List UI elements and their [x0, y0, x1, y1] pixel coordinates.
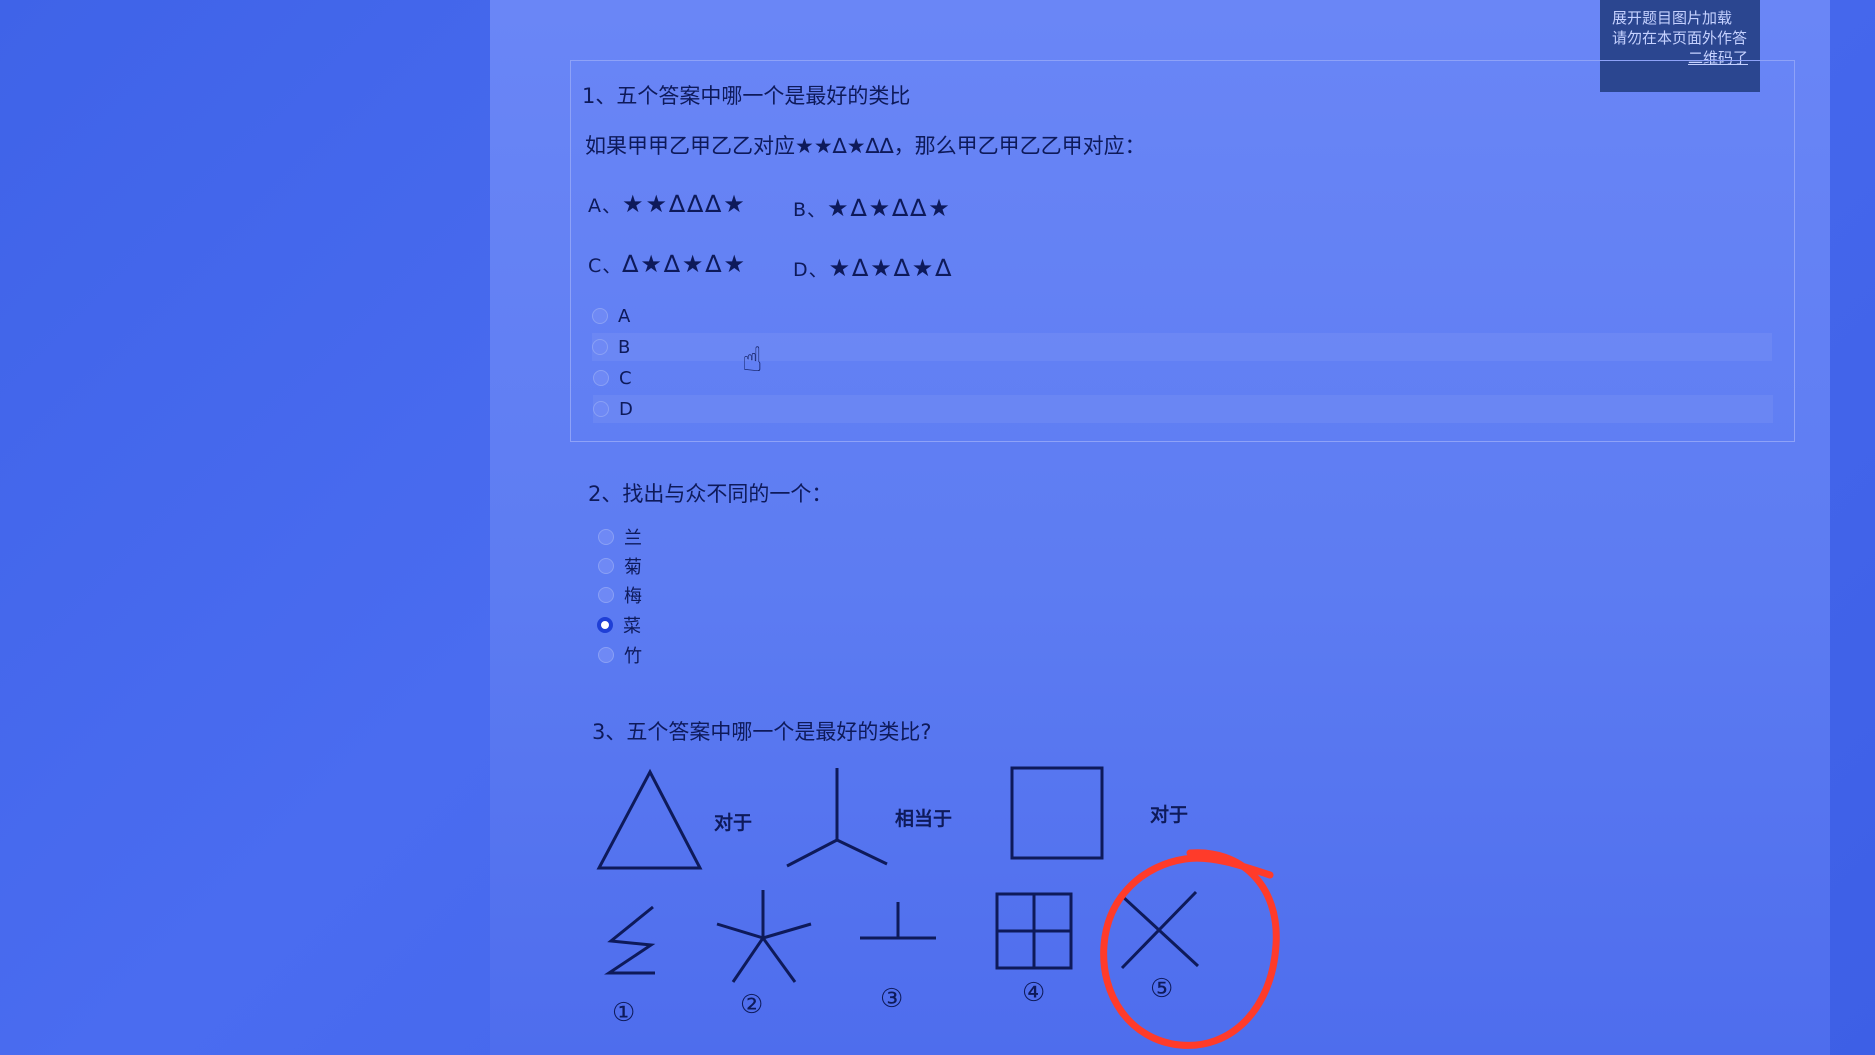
radio-button[interactable] — [593, 401, 609, 417]
q1-option-a-symbols: ★★∆∆∆★ — [622, 190, 747, 218]
q1-option-c-symbols: ∆★∆★∆★ — [622, 250, 747, 278]
radio-button[interactable] — [598, 529, 614, 545]
answer-1-number: ① — [612, 998, 636, 1028]
q2-choice-5[interactable]: 竹 — [598, 641, 642, 669]
answer-3-number: ③ — [880, 984, 904, 1014]
answer-2-star — [716, 890, 812, 983]
q2-choice-1[interactable]: 兰 — [598, 523, 642, 551]
label-pair-2: 对于 — [1150, 804, 1189, 826]
q1-option-c: C、∆★∆★∆★ — [588, 250, 747, 278]
q1-choice-a[interactable]: A — [592, 302, 1772, 330]
notice-line-2: 请勿在本页面外作答 — [1612, 29, 1748, 47]
label-pair-1: 对于 — [714, 812, 753, 834]
q2-choice-4[interactable]: 菜 — [597, 611, 641, 639]
radio-button[interactable] — [598, 587, 614, 603]
question-3-title: 3、五个答案中哪一个是最好的类比? — [592, 720, 932, 744]
q2-choice-3[interactable]: 梅 — [598, 581, 642, 609]
question-1-title: 1、五个答案中哪一个是最好的类比 — [582, 84, 911, 108]
question-1-text: 如果甲甲乙甲乙乙对应★★∆★∆∆，那么甲乙甲乙乙甲对应： — [585, 134, 1146, 158]
radio-button[interactable] — [592, 339, 608, 355]
radio-button[interactable] — [598, 558, 614, 574]
notice-line-1: 展开题目图片加载 — [1612, 9, 1733, 27]
radio-button[interactable] — [598, 647, 614, 663]
answer-4-grid-square — [995, 892, 1073, 970]
q1-choice-c[interactable]: C — [593, 364, 1773, 392]
q1-choice-d[interactable]: D — [593, 395, 1773, 423]
q1-option-b-symbols: ★∆★∆∆★ — [827, 194, 952, 222]
radio-button[interactable] — [593, 370, 609, 386]
label-equivalent: 相当于 — [895, 808, 953, 830]
answer-4-number: ④ — [1022, 978, 1046, 1008]
hand-cursor-icon: ☝ — [742, 340, 763, 380]
triangle-figure — [596, 768, 703, 870]
q2-choice-2[interactable]: 菊 — [598, 552, 642, 580]
answer-2-number: ② — [740, 990, 764, 1020]
question-2-title: 2、找出与众不同的一个： — [588, 482, 833, 506]
answer-1-zigzag — [604, 905, 656, 975]
q1-option-a: A、★★∆∆∆★ — [588, 190, 747, 218]
radio-button[interactable] — [592, 308, 608, 324]
q1-option-d: D、★∆★∆★∆ — [793, 254, 954, 282]
tripod-figure — [786, 768, 888, 868]
q1-option-d-symbols: ★∆★∆★∆ — [828, 254, 954, 282]
q1-choice-b[interactable]: B — [592, 333, 1772, 361]
q1-option-b: B、★∆★∆∆★ — [793, 194, 952, 222]
answer-3-inverted-t — [860, 902, 936, 940]
red-annotation-circle — [1100, 849, 1280, 1049]
radio-button-selected[interactable] — [597, 617, 613, 633]
